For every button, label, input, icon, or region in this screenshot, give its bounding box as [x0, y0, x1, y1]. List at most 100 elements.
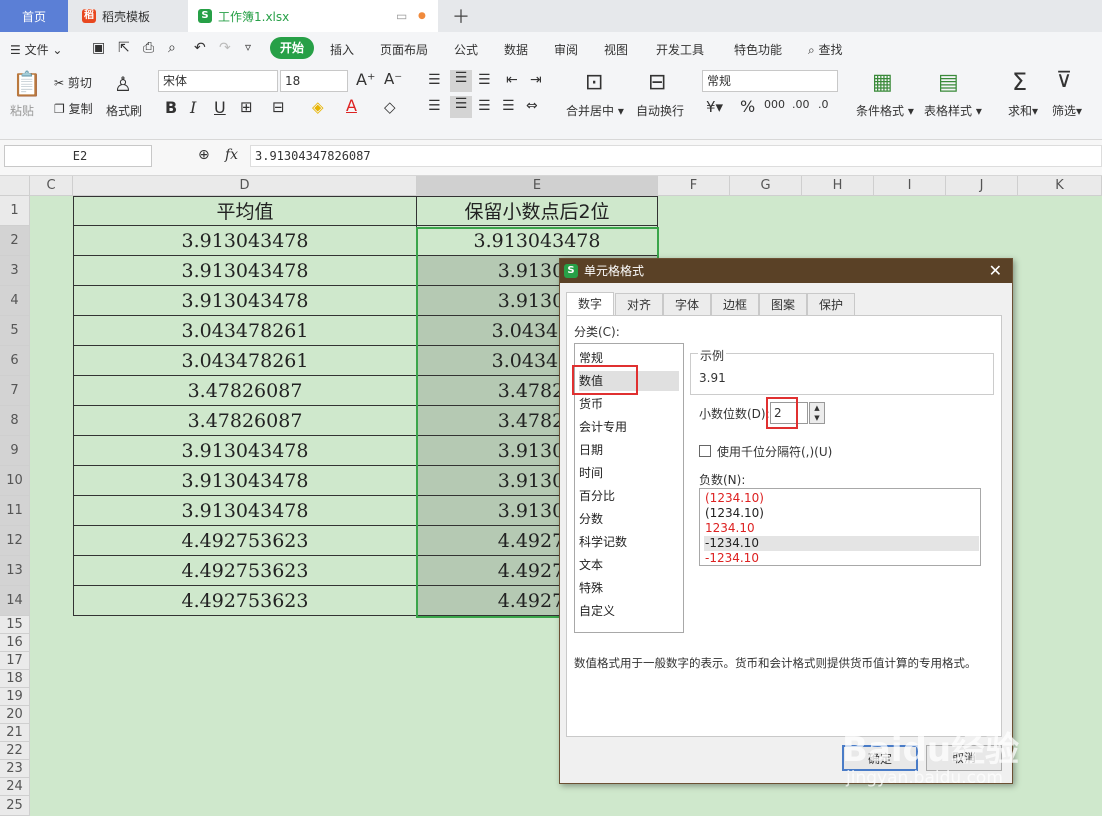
row-header[interactable]: 8: [0, 406, 30, 436]
row-header[interactable]: 13: [0, 556, 30, 586]
row-header[interactable]: 10: [0, 466, 30, 496]
wrap-text-icon[interactable]: ⊟: [648, 70, 666, 95]
align-top-icon[interactable]: ☰: [428, 72, 441, 88]
tab-workbook[interactable]: S 工作簿1.xlsx ▭ ●: [188, 0, 438, 32]
row-header[interactable]: 22: [0, 742, 30, 760]
align-left-icon[interactable]: ☰: [428, 98, 441, 114]
cell-d[interactable]: 4.492753623: [73, 586, 417, 616]
shrink-font-icon[interactable]: A⁻: [384, 70, 402, 88]
cell-d[interactable]: 3.913043478: [73, 286, 417, 316]
tab-protection[interactable]: 保护: [807, 293, 855, 315]
screen-icon[interactable]: ▭: [396, 9, 407, 23]
menu-view[interactable]: 视图: [604, 41, 628, 58]
row-header[interactable]: 17: [0, 652, 30, 670]
row-header[interactable]: 7: [0, 376, 30, 406]
row-header[interactable]: 25: [0, 796, 30, 816]
font-color-icon[interactable]: A: [346, 96, 357, 115]
row-header[interactable]: 21: [0, 724, 30, 742]
percent-icon[interactable]: %: [740, 97, 755, 116]
strikethrough-icon[interactable]: ⊟: [272, 98, 285, 116]
currency-icon[interactable]: ¥▾: [706, 98, 723, 116]
redo-icon[interactable]: ↷: [219, 40, 231, 56]
category-item[interactable]: 文本: [579, 555, 679, 575]
row-header[interactable]: 15: [0, 616, 30, 634]
cell-d[interactable]: 3.913043478: [73, 226, 417, 256]
align-right-icon[interactable]: ☰: [478, 98, 491, 114]
row-header[interactable]: 20: [0, 706, 30, 724]
tab-alignment[interactable]: 对齐: [615, 293, 663, 315]
name-box[interactable]: E2: [4, 145, 152, 167]
filter-icon[interactable]: ⊽: [1056, 68, 1072, 93]
category-item[interactable]: 特殊: [579, 578, 679, 598]
menu-search[interactable]: ⌕ 查找: [808, 41, 843, 58]
increase-decimal-icon[interactable]: .00: [792, 98, 810, 111]
row-header[interactable]: 18: [0, 670, 30, 688]
font-name-select[interactable]: 宋体: [158, 70, 278, 92]
negative-option[interactable]: (1234.10): [704, 506, 979, 521]
row-header[interactable]: 16: [0, 634, 30, 652]
col-header-k[interactable]: K: [1018, 176, 1102, 196]
decrease-decimal-icon[interactable]: .0: [818, 98, 829, 111]
menu-formula[interactable]: 公式: [454, 41, 478, 58]
format-painter-button[interactable]: 格式刷: [106, 102, 142, 119]
cell-d[interactable]: 3.913043478: [73, 496, 417, 526]
menu-start[interactable]: 开始: [270, 37, 314, 59]
tab-pattern[interactable]: 图案: [759, 293, 807, 315]
justify-icon[interactable]: ☰: [502, 98, 515, 114]
row-header[interactable]: 12: [0, 526, 30, 556]
row-header[interactable]: 6: [0, 346, 30, 376]
cell-d[interactable]: 3.913043478: [73, 256, 417, 286]
bold-button[interactable]: B: [165, 98, 177, 117]
row-header[interactable]: 19: [0, 688, 30, 706]
row-header[interactable]: 1: [0, 196, 30, 226]
formula-input[interactable]: 3.91304347826087: [250, 145, 1102, 167]
col-header-i[interactable]: I: [874, 176, 946, 196]
row-header[interactable]: 23: [0, 760, 30, 778]
clear-format-icon[interactable]: ◇: [384, 98, 396, 116]
preview-icon[interactable]: ⌕: [168, 40, 176, 56]
thousands-icon[interactable]: 000: [764, 98, 785, 111]
category-item[interactable]: 分数: [579, 509, 679, 529]
col-header-g[interactable]: G: [730, 176, 802, 196]
row-header[interactable]: 5: [0, 316, 30, 346]
category-item[interactable]: 自定义: [579, 601, 679, 621]
cut-button[interactable]: ✂ 剪切: [54, 74, 92, 91]
row-header[interactable]: 24: [0, 778, 30, 796]
fx-icon[interactable]: fx: [225, 147, 238, 163]
close-icon[interactable]: ✕: [989, 259, 1002, 283]
copy-button[interactable]: ❐ 复制: [54, 100, 93, 117]
row-header[interactable]: 9: [0, 436, 30, 466]
select-all-corner[interactable]: [0, 176, 30, 196]
cell-d[interactable]: 3.913043478: [73, 436, 417, 466]
negative-option[interactable]: -1234.10: [704, 536, 979, 551]
category-item[interactable]: 日期: [579, 440, 679, 460]
undo-icon[interactable]: ↶: [194, 40, 206, 56]
cell-d[interactable]: 4.492753623: [73, 556, 417, 586]
row-header[interactable]: 3: [0, 256, 30, 286]
col-header-f[interactable]: F: [658, 176, 730, 196]
sum-icon[interactable]: Σ: [1012, 68, 1027, 96]
row-header[interactable]: 11: [0, 496, 30, 526]
align-middle-icon[interactable]: ☰: [450, 70, 472, 92]
export-icon[interactable]: ⇱: [118, 40, 130, 56]
row-header[interactable]: 2: [0, 226, 30, 256]
header-2-decimals[interactable]: 保留小数点后2位: [417, 196, 658, 226]
category-item[interactable]: 会计专用: [579, 417, 679, 437]
col-header-c[interactable]: C: [30, 176, 73, 196]
menu-file[interactable]: ☰ 文件 ⌄: [10, 41, 62, 58]
category-item[interactable]: 货币: [579, 394, 679, 414]
zoom-formula-icon[interactable]: ⊕: [198, 147, 210, 163]
cell-d[interactable]: 3.47826087: [73, 406, 417, 436]
tab-font[interactable]: 字体: [663, 293, 711, 315]
format-painter-icon[interactable]: ♙: [114, 72, 132, 96]
cell-d[interactable]: 4.492753623: [73, 526, 417, 556]
col-header-d[interactable]: D: [73, 176, 417, 196]
thousands-checkbox[interactable]: [699, 445, 711, 457]
border-icon[interactable]: ⊞: [240, 98, 253, 116]
table-style-button[interactable]: 表格样式 ▾: [924, 102, 982, 119]
menu-review[interactable]: 审阅: [554, 41, 578, 58]
category-item[interactable]: 百分比: [579, 486, 679, 506]
font-size-select[interactable]: 18: [280, 70, 348, 92]
negative-list[interactable]: (1234.10) (1234.10) 1234.10 -1234.10 -1234.1…: [699, 488, 981, 566]
print-icon[interactable]: ⎙: [143, 40, 154, 56]
